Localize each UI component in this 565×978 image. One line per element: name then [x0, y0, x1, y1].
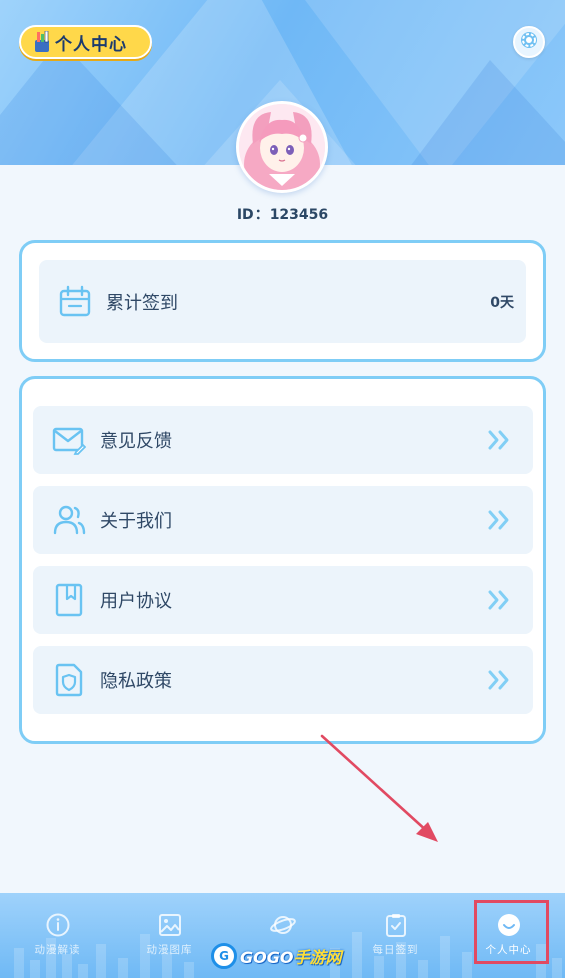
mail-edit-icon	[51, 422, 87, 458]
nav-label: 每日签到	[372, 944, 419, 956]
watermark-logo-icon: G	[211, 943, 237, 969]
double-chevron-right-icon	[487, 669, 511, 691]
double-chevron-right-icon	[487, 429, 511, 451]
nav-label: 个人中心	[485, 944, 532, 956]
annotation-arrow	[320, 734, 438, 842]
menu-item-user-agreement[interactable]: 用户协议	[33, 566, 533, 634]
checkin-row[interactable]: 累计签到 0天	[39, 260, 526, 343]
menu-item-about[interactable]: 关于我们	[33, 486, 533, 554]
checkin-card: 累计签到 0天	[19, 240, 546, 362]
nav-item-daily-checkin[interactable]: 每日签到	[339, 893, 452, 978]
page-title: 个人中心	[55, 34, 127, 55]
pencil-cup-icon	[33, 30, 51, 53]
smile-icon	[496, 912, 522, 938]
nav-label: 动漫图库	[146, 944, 193, 956]
gear-icon	[519, 30, 539, 54]
users-icon	[51, 502, 87, 538]
nav-label: 动漫解读	[34, 944, 81, 956]
settings-button[interactable]	[513, 26, 545, 58]
menu-item-label: 意见反馈	[100, 431, 172, 452]
nav-item-anime-explain[interactable]: 动漫解读	[1, 893, 114, 978]
watermark-text: GOGO手游网	[240, 948, 342, 967]
checkin-label: 累计签到	[106, 292, 178, 314]
calendar-icon	[58, 285, 92, 319]
image-icon	[157, 912, 183, 938]
checkin-count: 0天	[490, 294, 514, 311]
shield-doc-icon	[51, 662, 87, 698]
planet-icon	[269, 912, 296, 938]
info-icon	[45, 912, 71, 938]
page-title-badge: 个人中心	[19, 25, 152, 59]
menu-item-label: 关于我们	[100, 511, 172, 532]
menu-item-privacy-policy[interactable]: 隐私政策	[33, 646, 533, 714]
user-id: ID：123456	[236, 207, 329, 223]
watermark: G GOGO手游网	[211, 942, 341, 970]
menu-item-label: 用户协议	[100, 591, 172, 612]
double-chevron-right-icon	[487, 509, 511, 531]
avatar[interactable]	[236, 101, 328, 193]
nav-item-personal-center[interactable]: 个人中心	[452, 893, 565, 978]
nav-item-anime-gallery[interactable]: 动漫图库	[113, 893, 226, 978]
menu-card: 意见反馈 关于我们 用户协议 隐私政策	[19, 376, 546, 744]
menu-item-feedback[interactable]: 意见反馈	[33, 406, 533, 474]
double-chevron-right-icon	[487, 589, 511, 611]
clipboard-check-icon	[383, 912, 409, 938]
bookmark-icon	[51, 582, 87, 618]
menu-item-label: 隐私政策	[100, 671, 172, 692]
